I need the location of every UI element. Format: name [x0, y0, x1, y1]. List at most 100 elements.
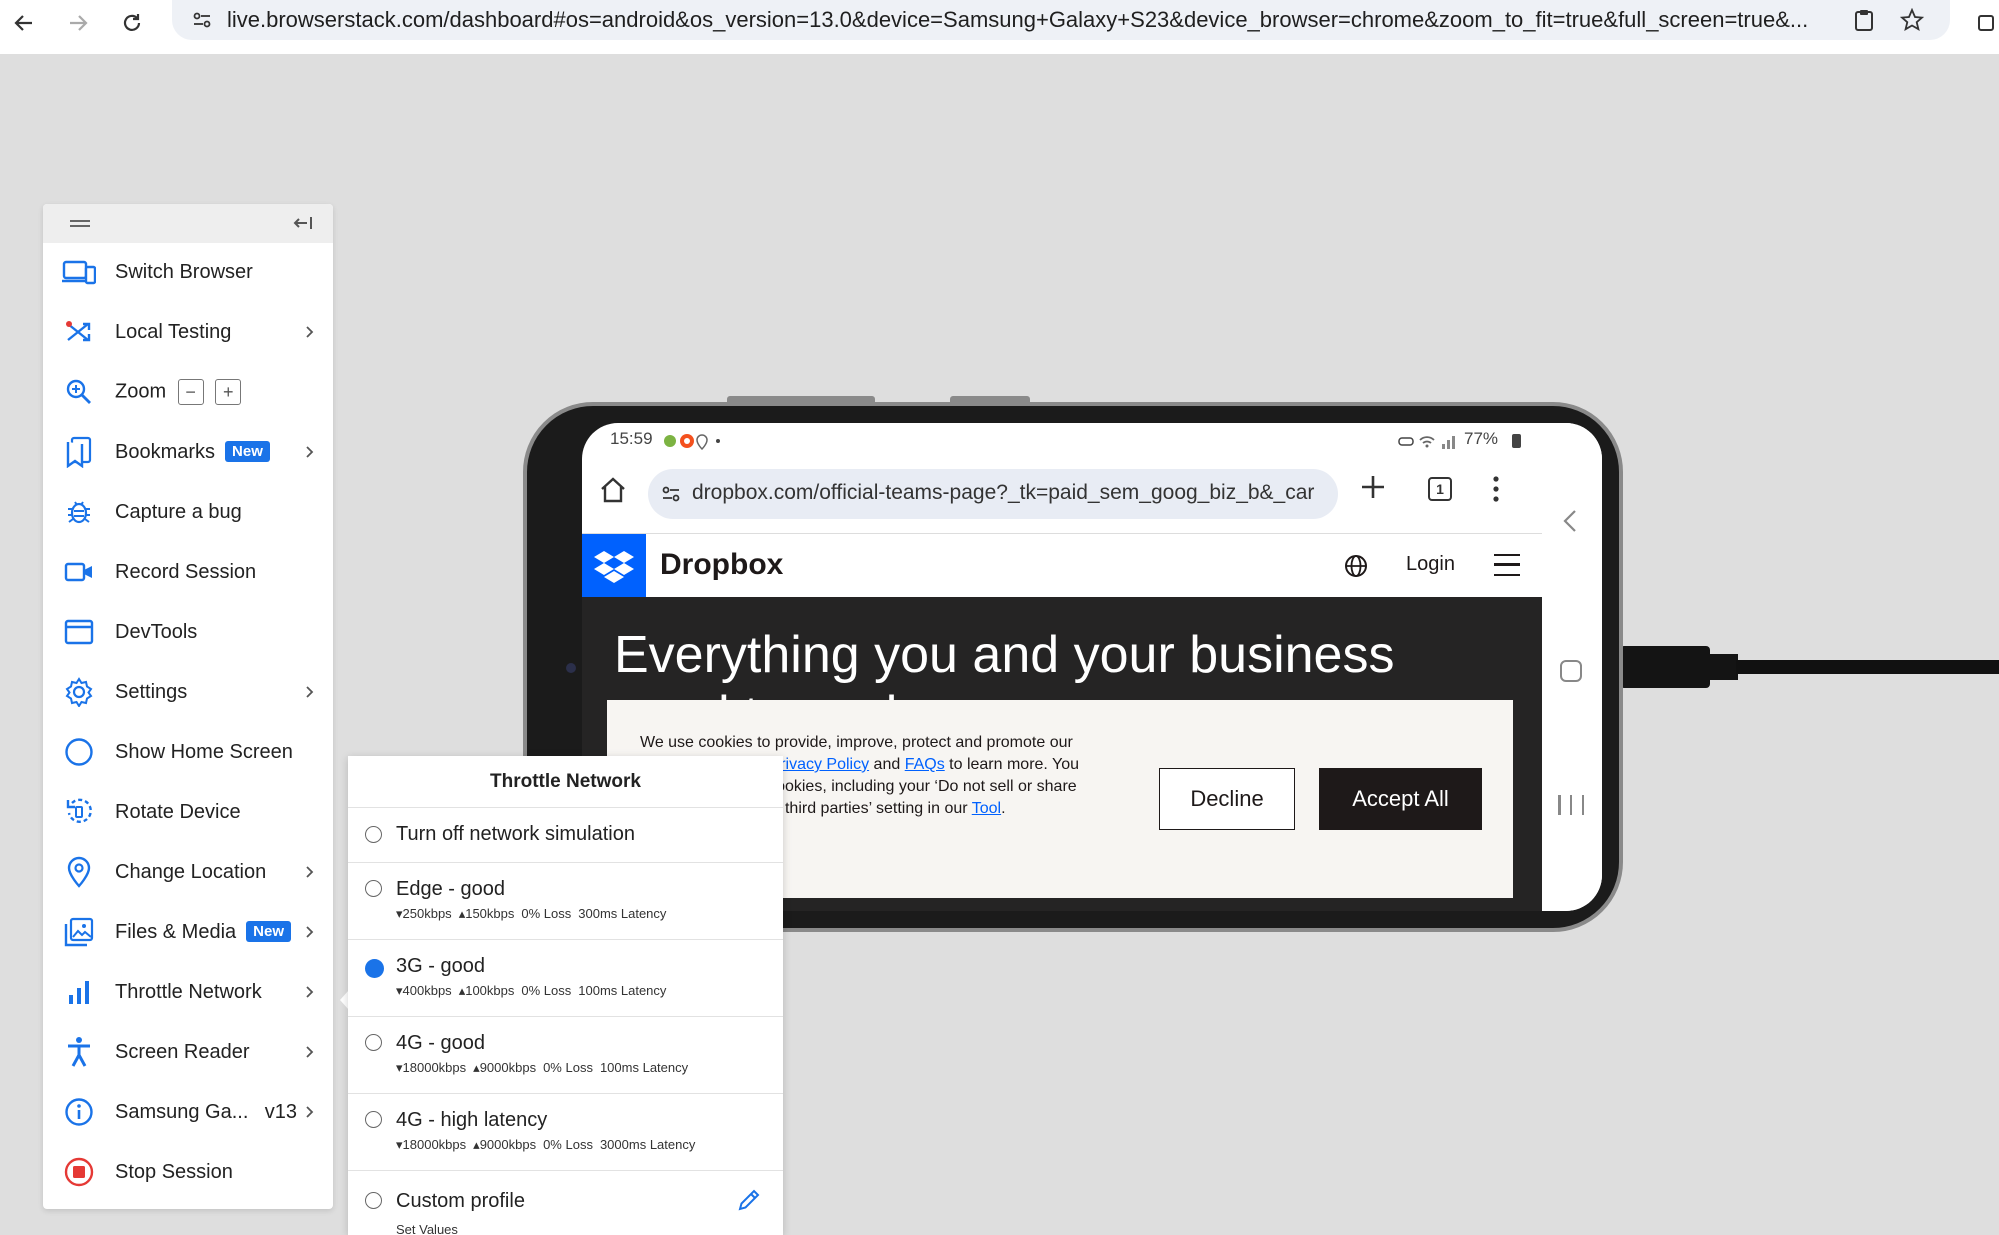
- dropbox-logo-icon[interactable]: [582, 534, 646, 598]
- switch-browser-icon: [61, 254, 97, 290]
- back-arrow-icon[interactable]: [6, 5, 42, 41]
- usb-cable: [1736, 660, 1999, 674]
- radio-button[interactable]: [365, 1111, 382, 1128]
- throttle-option-off[interactable]: Turn off network simulation: [348, 808, 783, 863]
- menu-show-home-screen[interactable]: Show Home Screen: [43, 724, 333, 780]
- accept-all-button[interactable]: Accept All: [1319, 768, 1482, 830]
- privacy-policy-link[interactable]: Privacy Policy: [770, 756, 870, 773]
- throttle-network-panel: Throttle Network Turn off network simula…: [348, 756, 783, 1235]
- battery-icon: [1512, 434, 1521, 448]
- radio-button[interactable]: [365, 880, 382, 897]
- chevron-right-icon: [303, 442, 317, 462]
- chevron-right-icon: [303, 682, 317, 702]
- option-label: Turn off network simulation: [396, 823, 635, 845]
- gear-icon: [61, 674, 97, 710]
- menu-label: Bookmarks: [115, 440, 216, 463]
- throttle-option-4g-high-latency[interactable]: 4G - high latency ▾18000kbps ▴9000kbps 0% …: [348, 1094, 783, 1171]
- menu-label: Samsung Ga...: [115, 1100, 249, 1123]
- menu-settings[interactable]: Settings: [43, 664, 333, 720]
- tab-switcher-button[interactable]: 1: [1428, 477, 1452, 501]
- chevron-right-icon: [303, 1102, 317, 1122]
- clipboard-icon[interactable]: [1848, 4, 1880, 36]
- reload-icon[interactable]: [114, 5, 150, 41]
- hamburger-menu-icon[interactable]: [1494, 554, 1520, 576]
- collapse-toolbar-icon[interactable]: [291, 212, 315, 234]
- image-gallery-icon: [61, 914, 97, 950]
- menu-rotate-device[interactable]: Rotate Device: [43, 784, 333, 840]
- throttle-option-edge-good[interactable]: Edge - good ▾250kbps ▴150kbps 0% Loss 300ms…: [348, 863, 783, 940]
- status-time: 15:59: [610, 429, 653, 448]
- new-badge: New: [246, 920, 291, 942]
- faqs-link[interactable]: FAQs: [905, 756, 945, 773]
- mobile-address-bar[interactable]: dropbox.com/official-teams-page?_tk=paid…: [648, 469, 1338, 519]
- back-chevron-icon[interactable]: [1562, 509, 1578, 533]
- pencil-edit-icon[interactable]: [737, 1188, 761, 1212]
- zoom-out-button[interactable]: −: [177, 379, 204, 405]
- login-link[interactable]: Login: [1406, 553, 1455, 576]
- menu-switch-browser[interactable]: Switch Browser: [43, 244, 333, 300]
- mobile-chrome-toolbar: dropbox.com/official-teams-page?_tk=paid…: [582, 463, 1542, 523]
- dropbox-header: Dropbox Login: [582, 533, 1542, 598]
- set-values-label[interactable]: Set Values: [396, 1222, 458, 1235]
- os-version-label: v13: [264, 1100, 297, 1123]
- toolbar-header[interactable]: [43, 204, 333, 243]
- recent-apps-icon[interactable]: [1558, 795, 1584, 815]
- menu-label: Capture a bug: [115, 500, 242, 523]
- menu-capture-bug[interactable]: Capture a bug: [43, 484, 333, 540]
- menu-device-info[interactable]: Samsung Ga... v13: [43, 1084, 333, 1140]
- menu-screen-reader[interactable]: Screen Reader: [43, 1024, 333, 1080]
- mobile-url-text[interactable]: dropbox.com/official-teams-page?_tk=paid…: [692, 481, 1332, 505]
- menu-record-session[interactable]: Record Session: [43, 544, 333, 600]
- menu-label: Zoom: [115, 380, 167, 403]
- home-square-icon[interactable]: [1560, 660, 1582, 682]
- decline-button[interactable]: Decline: [1159, 768, 1295, 830]
- globe-icon[interactable]: [1344, 554, 1368, 578]
- url-text[interactable]: live.browserstack.com/dashboard#os=andro…: [227, 7, 1837, 33]
- radio-button[interactable]: [365, 1192, 382, 1209]
- throttle-option-3g-good[interactable]: 3G - good ▾400kbps ▴100kbps 0% Loss 100ms L…: [348, 940, 783, 1017]
- menu-label: Throttle Network: [115, 980, 262, 1003]
- site-settings-icon[interactable]: [660, 483, 682, 510]
- site-settings-icon[interactable]: [186, 4, 218, 36]
- menu-label: Settings: [115, 680, 188, 703]
- zoom-icon: [61, 374, 97, 410]
- option-label: 3G - good: [396, 955, 485, 977]
- menu-throttle-network[interactable]: Throttle Network: [43, 964, 333, 1020]
- chevron-right-icon: [303, 322, 317, 342]
- usb-cable: [1708, 654, 1738, 680]
- radio-button[interactable]: [365, 1034, 382, 1051]
- mobile-home-icon[interactable]: [598, 475, 630, 507]
- option-label: Custom profile: [396, 1190, 525, 1212]
- drag-handle-icon[interactable]: [70, 220, 90, 227]
- menu-label: Screen Reader: [115, 1040, 250, 1063]
- menu-files-media[interactable]: Files & Media New: [43, 904, 333, 960]
- status-signal-icons: [1398, 432, 1460, 455]
- option-stats: ▾250kbps ▴150kbps 0% Loss 300ms Latency: [396, 906, 667, 921]
- menu-local-testing[interactable]: Local Testing: [43, 304, 333, 360]
- chevron-right-icon: [303, 982, 317, 1002]
- throttle-option-4g-good[interactable]: 4G - good ▾18000kbps ▴9000kbps 0% Loss 100m…: [348, 1017, 783, 1094]
- menu-stop-session[interactable]: Stop Session: [43, 1144, 333, 1200]
- menu-change-location[interactable]: Change Location: [43, 844, 333, 900]
- menu-bookmarks[interactable]: Bookmarks New: [43, 424, 333, 480]
- new-tab-plus-icon[interactable]: [1360, 473, 1386, 505]
- extensions-icon[interactable]: [1968, 5, 1999, 41]
- zoom-in-button[interactable]: +: [215, 379, 242, 405]
- bug-icon: [61, 494, 97, 530]
- info-icon: [61, 1094, 97, 1130]
- consent-tool-link[interactable]: Tool: [972, 800, 1001, 817]
- radio-button[interactable]: [365, 826, 382, 843]
- menu-devtools[interactable]: DevTools: [43, 604, 333, 660]
- bookmark-star-icon[interactable]: [1896, 4, 1928, 36]
- radio-button-selected[interactable]: [365, 959, 384, 978]
- forward-arrow-icon[interactable]: [60, 5, 96, 41]
- stop-icon: [61, 1154, 97, 1190]
- kebab-menu-icon[interactable]: [1492, 475, 1500, 503]
- address-bar[interactable]: live.browserstack.com/dashboard#os=andro…: [172, 0, 1950, 40]
- option-stats: ▾18000kbps ▴9000kbps 0% Loss 100ms Latency: [396, 1060, 689, 1075]
- chevron-right-icon: [303, 862, 317, 882]
- throttle-option-custom[interactable]: Custom profile Set Values: [348, 1171, 783, 1235]
- dropbox-wordmark[interactable]: Dropbox: [660, 548, 783, 582]
- notification-icons: [662, 432, 742, 455]
- menu-label: Rotate Device: [115, 800, 241, 823]
